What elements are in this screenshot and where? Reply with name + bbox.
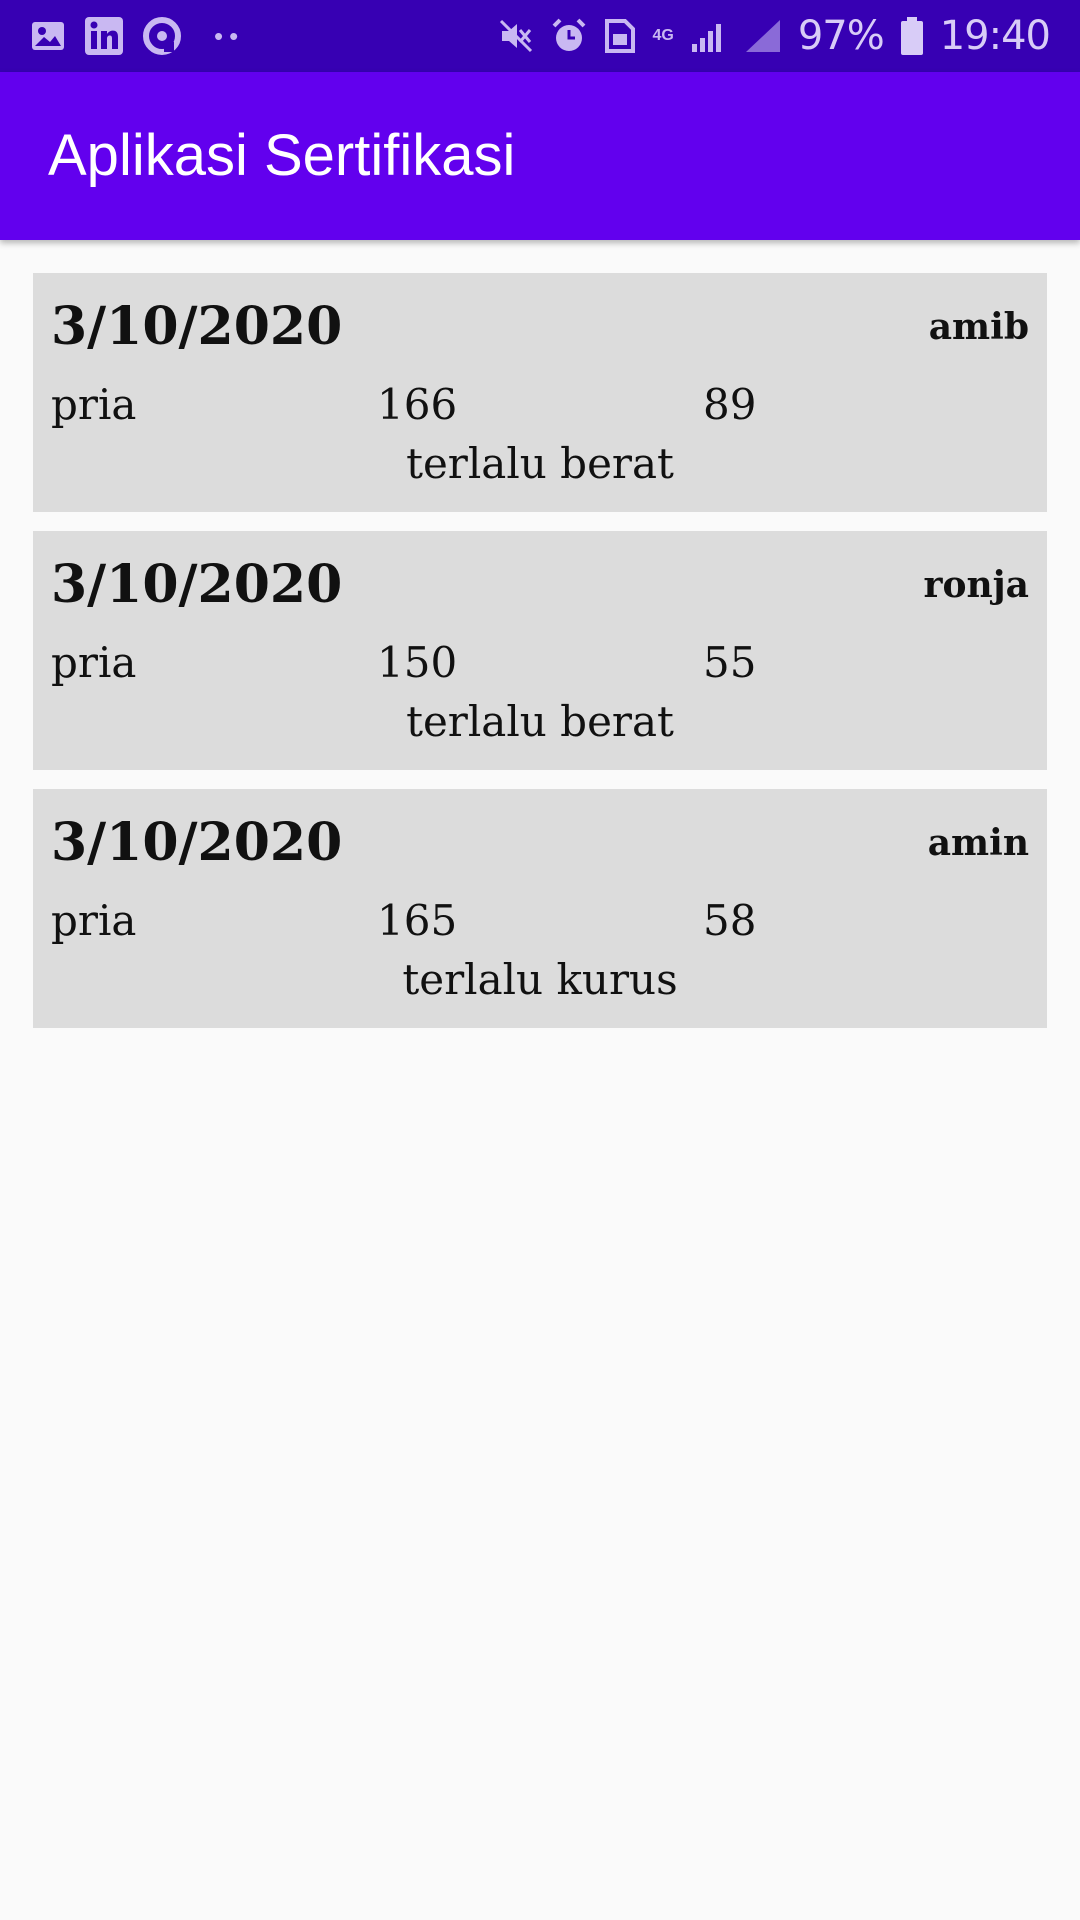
status-bar: •• 4G 97% 19:40 [0,0,1080,72]
record-height: 166 [377,380,458,429]
record-status: terlalu berat [406,439,674,488]
gallery-icon [30,18,66,54]
target-icon [142,16,182,56]
network-type-text: 4G [652,27,674,44]
linkedin-icon [84,16,124,56]
system-icons: 4G 97% 19:40 [498,0,1051,72]
record-status: terlalu berat [406,697,674,746]
record-list: 3/10/2020 amib pria 166 89 terlalu berat… [33,273,1047,1047]
record-card[interactable]: 3/10/2020 ronja pria 150 55 terlalu bera… [33,531,1047,770]
app-title: Aplikasi Sertifikasi [48,123,516,188]
record-date: 3/10/2020 [51,812,343,873]
network-type-label: 4G [652,28,673,44]
alarm-icon [550,17,588,55]
signal-icon [690,18,728,54]
record-name: ronja [923,564,1029,606]
battery-percent: 97% [797,13,885,59]
mute-icon [498,18,534,54]
record-gender: pria [51,896,137,945]
app-bar: Aplikasi Sertifikasi [0,72,1080,240]
record-status: terlalu kurus [402,955,678,1004]
record-date: 3/10/2020 [51,554,343,615]
clock: 19:40 [939,13,1051,59]
record-name: amin [927,822,1029,864]
record-gender: pria [51,638,137,687]
record-card[interactable]: 3/10/2020 amib pria 166 89 terlalu berat [33,273,1047,512]
record-gender: pria [51,380,137,429]
record-name: amib [928,306,1029,348]
more-notifications-icon: •• [214,21,245,51]
record-height: 165 [377,896,458,945]
signal-2-icon [744,18,782,54]
record-date: 3/10/2020 [51,296,343,357]
sim-icon [604,18,636,54]
battery-icon [900,16,924,56]
record-weight: 89 [703,380,757,429]
record-card[interactable]: 3/10/2020 amin pria 165 58 terlalu kurus [33,789,1047,1028]
record-height: 150 [377,638,458,687]
record-weight: 55 [703,638,757,687]
notification-icons: •• [30,16,244,56]
record-weight: 58 [703,896,757,945]
